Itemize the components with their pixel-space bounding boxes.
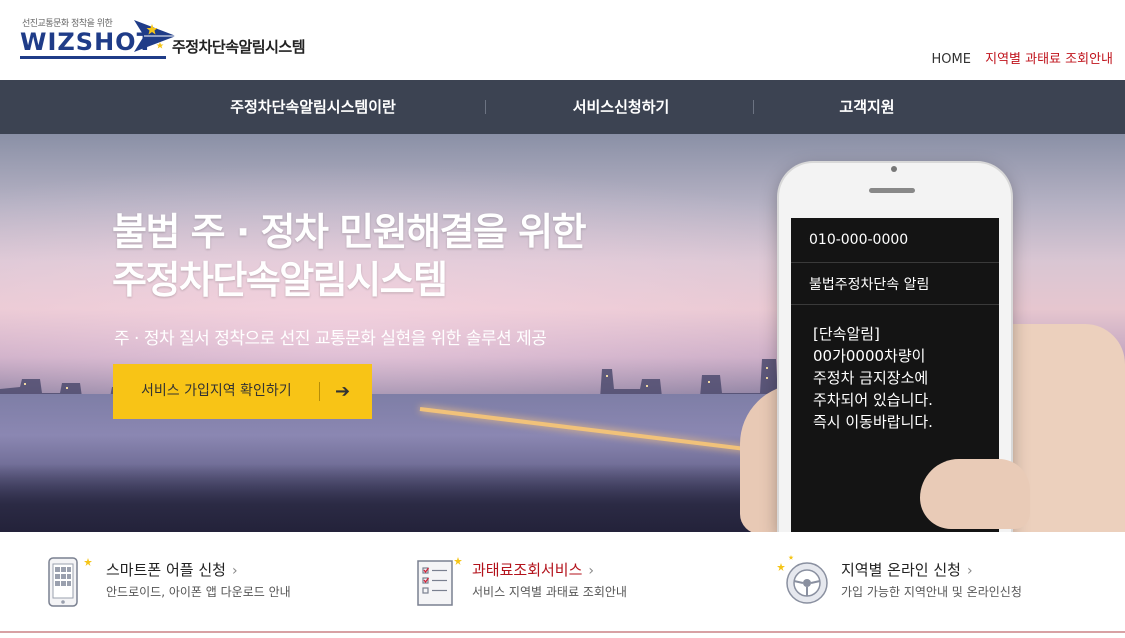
steering-wheel-icon <box>777 555 828 604</box>
document-checklist-icon <box>417 557 462 606</box>
cta-divider <box>319 382 320 401</box>
home-link[interactable]: HOME <box>932 52 971 67</box>
sms-sender-number: 010-000-0000 <box>809 232 909 248</box>
hero-title-line2: 주정차단속알림시스템 <box>112 258 448 302</box>
service-online-apply[interactable]: 지역별 온라인 신청 › 가입 가능한 지역안내 및 온라인신청 <box>775 553 1075 613</box>
service-title-text: 스마트폰 어플 신청 <box>106 561 226 579</box>
nav-item-apply[interactable]: 서비스신청하기 <box>540 80 702 134</box>
utility-links: HOME 지역별 과태료 조회안내 <box>922 48 1113 67</box>
system-name: 주정차단속알림시스템 <box>172 38 306 56</box>
service-desc-fine: 서비스 지역별 과태료 조회안내 <box>472 585 627 599</box>
chevron-right-icon: › <box>231 563 238 579</box>
service-desc-app: 안드로이드, 아이폰 앱 다운로드 안내 <box>106 585 291 599</box>
chevron-right-icon: › <box>588 563 595 579</box>
screen-divider <box>791 262 999 263</box>
footer-border <box>0 631 1125 633</box>
phone-camera <box>891 166 897 172</box>
service-fine-lookup[interactable]: 과태료조회서비스 › 서비스 지역별 과태료 조회안내 <box>410 553 710 613</box>
hero-banner: 불법 주 · 정차 민원해결을 위한 주정차단속알림시스템 주 · 정차 질서 … <box>0 134 1125 532</box>
nav-divider <box>485 100 486 114</box>
nav-divider <box>753 100 754 114</box>
hero-subtitle: 주 · 정차 질서 정착으로 선진 교통문화 실현을 위한 솔루션 제공 <box>114 329 547 349</box>
chevron-right-icon: › <box>966 563 973 579</box>
fine-lookup-link[interactable]: 지역별 과태료 조회안내 <box>985 52 1113 67</box>
site-logo[interactable]: 선진교통문화 정착을 위한 WIZSHOT 주정차단속알림시스템 <box>20 14 340 64</box>
check-service-area-button[interactable]: 서비스 가입지역 확인하기 ➔ <box>113 364 372 419</box>
sms-body: [단속알림] 00가0000차량이 주정차 금지장소에 주차되어 있습니다. 즉… <box>813 325 933 431</box>
service-smartphone-app[interactable]: 스마트폰 어플 신청 › 안드로이드, 아이폰 앱 다운로드 안내 <box>44 553 344 613</box>
hero-title-line1: 불법 주 · 정차 민원해결을 위한 <box>112 210 587 254</box>
service-desc-online: 가입 가능한 지역안내 및 온라인신청 <box>841 585 1022 599</box>
service-title-text: 지역별 온라인 신청 <box>841 561 961 579</box>
phone-speaker <box>869 188 915 193</box>
service-title-online: 지역별 온라인 신청 › <box>841 559 973 580</box>
service-title-fine: 과태료조회서비스 › <box>472 559 594 580</box>
smartphone-icon <box>48 557 92 607</box>
main-nav: 주정차단속알림시스템이란 서비스신청하기 고객지원 <box>0 80 1125 134</box>
arrow-right-icon: ➔ <box>335 381 351 402</box>
nav-item-support[interactable]: 고객지원 <box>815 80 919 134</box>
service-title-text: 과태료조회서비스 <box>472 561 583 579</box>
cta-label: 서비스 가입지역 확인하기 <box>141 383 292 399</box>
nav-item-about[interactable]: 주정차단속알림시스템이란 <box>200 80 426 134</box>
service-title-app: 스마트폰 어플 신청 › <box>106 559 238 580</box>
sms-title: 불법주정차단속 알림 <box>809 277 930 293</box>
screen-divider <box>791 304 999 305</box>
hero-title: 불법 주 · 정차 민원해결을 위한 주정차단속알림시스템 <box>112 208 587 304</box>
thumb-illustration <box>920 459 1030 529</box>
site-header: 선진교통문화 정착을 위한 WIZSHOT 주정차단속알림시스템 HOME 지역… <box>0 0 1125 80</box>
